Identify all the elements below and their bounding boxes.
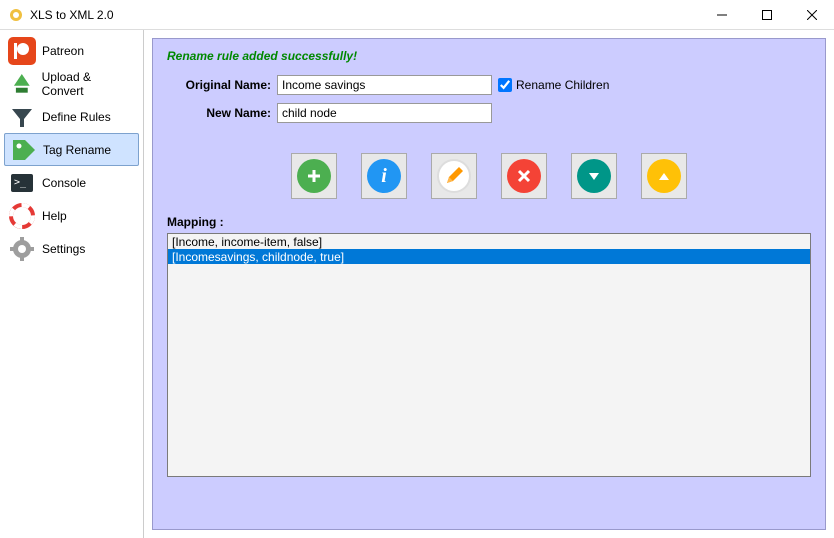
chevron-down-icon (577, 159, 611, 193)
info-button[interactable]: i (361, 153, 407, 199)
toolbar: i (167, 153, 811, 199)
mapping-list[interactable]: [Income, income-item, false] [Incomesavi… (167, 233, 811, 477)
original-name-label: Original Name: (167, 78, 271, 92)
sidebar-item-settings[interactable]: Settings (4, 232, 139, 265)
sidebar-item-rules[interactable]: Define Rules (4, 100, 139, 133)
funnel-icon (8, 103, 36, 131)
console-icon: >_ (8, 169, 36, 197)
window-title: XLS to XML 2.0 (30, 8, 699, 22)
sidebar-label: Settings (42, 242, 85, 256)
chevron-up-icon (647, 159, 681, 193)
new-name-row: New Name: (167, 103, 811, 123)
sidebar-label: Help (42, 209, 67, 223)
titlebar: XLS to XML 2.0 (0, 0, 834, 30)
add-button[interactable] (291, 153, 337, 199)
x-icon (507, 159, 541, 193)
sidebar: Patreon Upload & Convert Define Rules Ta… (0, 30, 144, 538)
sidebar-label: Console (42, 176, 86, 190)
sidebar-label: Tag Rename (43, 143, 111, 157)
sidebar-label: Define Rules (42, 110, 111, 124)
help-icon (8, 202, 36, 230)
gear-icon (8, 235, 36, 263)
new-name-input[interactable] (277, 103, 492, 123)
maximize-button[interactable] (744, 0, 789, 30)
sidebar-label: Patreon (42, 44, 84, 58)
sidebar-item-tag-rename[interactable]: Tag Rename (4, 133, 139, 166)
sidebar-item-upload[interactable]: Upload & Convert (4, 67, 139, 100)
close-button[interactable] (789, 0, 834, 30)
delete-button[interactable] (501, 153, 547, 199)
status-message: Rename rule added successfully! (167, 49, 811, 63)
original-name-row: Original Name: Rename Children (167, 75, 811, 95)
minimize-icon (717, 10, 727, 20)
window-controls (699, 0, 834, 29)
mapping-row[interactable]: [Income, income-item, false] (168, 234, 810, 249)
rename-children-label: Rename Children (516, 78, 609, 92)
maximize-icon (762, 10, 772, 20)
move-up-button[interactable] (641, 153, 687, 199)
minimize-button[interactable] (699, 0, 744, 30)
main-panel: Rename rule added successfully! Original… (152, 38, 826, 530)
edit-button[interactable] (431, 153, 477, 199)
patreon-icon (8, 37, 36, 65)
pencil-icon (437, 159, 471, 193)
sidebar-item-patreon[interactable]: Patreon (4, 34, 139, 67)
plus-icon (297, 159, 331, 193)
close-icon (807, 10, 817, 20)
upload-icon (8, 70, 36, 98)
sidebar-item-console[interactable]: >_ Console (4, 166, 139, 199)
app-icon (8, 7, 24, 23)
tag-icon (9, 136, 37, 164)
new-name-label: New Name: (167, 106, 271, 120)
app-body: Patreon Upload & Convert Define Rules Ta… (0, 30, 834, 538)
info-icon: i (367, 159, 401, 193)
rename-children-wrap[interactable]: Rename Children (498, 78, 609, 92)
sidebar-item-help[interactable]: Help (4, 199, 139, 232)
move-down-button[interactable] (571, 153, 617, 199)
mapping-label: Mapping : (167, 215, 811, 229)
rename-children-checkbox[interactable] (498, 78, 512, 92)
sidebar-label: Upload & Convert (42, 70, 135, 98)
svg-text:>_: >_ (14, 177, 27, 188)
main-area: Rename rule added successfully! Original… (144, 30, 834, 538)
original-name-input[interactable] (277, 75, 492, 95)
mapping-row[interactable]: [Incomesavings, childnode, true] (168, 249, 810, 264)
